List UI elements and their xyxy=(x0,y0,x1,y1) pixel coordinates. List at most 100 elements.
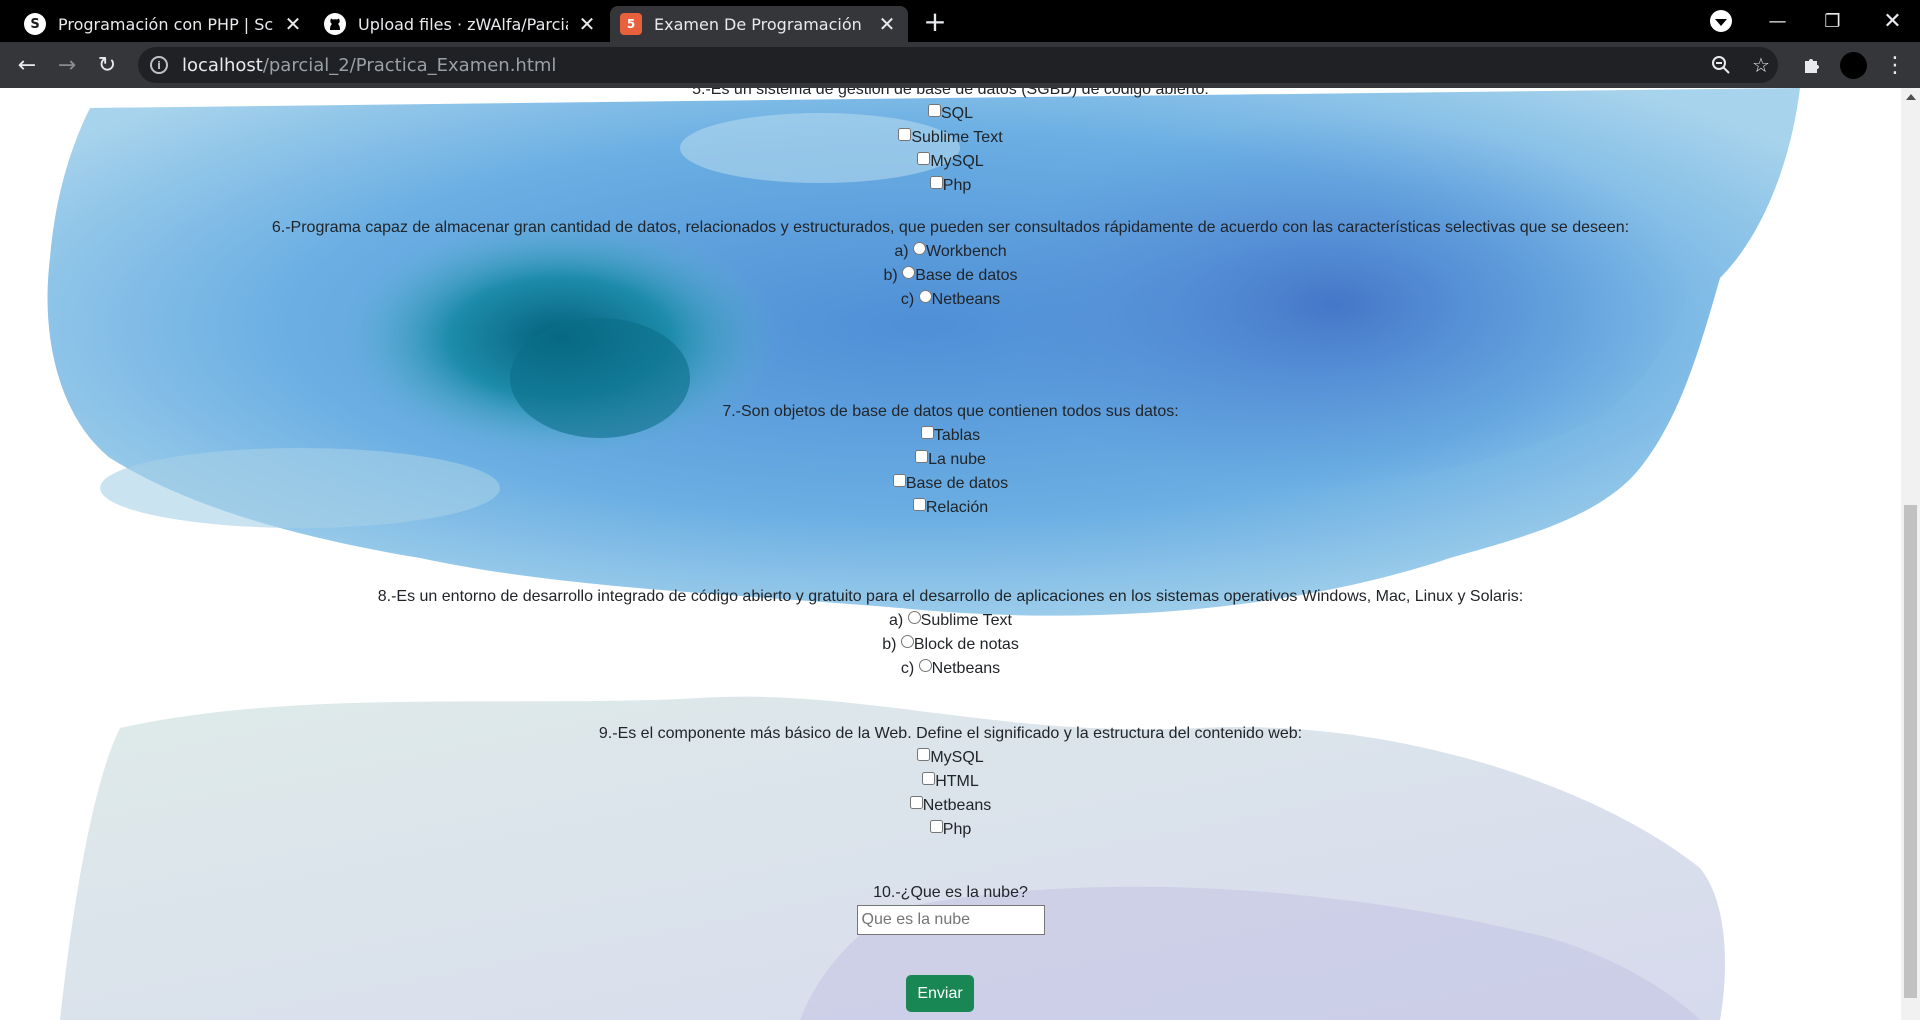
option-label: Block de notas xyxy=(913,636,1019,653)
close-window-icon[interactable]: ✕ xyxy=(1865,0,1920,42)
question-5: 5.-Es un sistema de gestión de base de d… xyxy=(0,88,1901,198)
tab-github-upload[interactable]: Upload files · zWAlfa/Parcial_2_W ✕ xyxy=(314,6,608,42)
question-text: 10.-¿Que es la nube? xyxy=(873,884,1028,901)
checkbox[interactable] xyxy=(915,450,929,464)
option-label: Tablas xyxy=(933,427,981,444)
option-sublime-text[interactable]: Sublime Text xyxy=(0,126,1901,150)
checkbox[interactable] xyxy=(909,796,923,810)
checkbox[interactable] xyxy=(898,128,912,142)
option-label: Sublime Text xyxy=(920,612,1012,629)
option-label: Netbeans xyxy=(931,660,1001,677)
close-tab-icon[interactable]: ✕ xyxy=(876,12,898,36)
browser-toolbar: ← → ↻ i localhost/parcial_2/Practica_Exa… xyxy=(0,42,1920,88)
scrollbar-thumb[interactable] xyxy=(1904,505,1917,998)
option-la-nube[interactable]: La nube xyxy=(0,448,1901,472)
checkbox[interactable] xyxy=(917,748,931,762)
checkbox[interactable] xyxy=(922,772,936,786)
option-prefix: a) xyxy=(889,612,908,629)
profile-avatar[interactable] xyxy=(1840,52,1867,79)
page-scrollbar[interactable] xyxy=(1901,88,1920,1020)
option-php[interactable]: Php xyxy=(0,818,1901,842)
option-mysql[interactable]: MySQL xyxy=(0,746,1901,770)
option-prefix: c) xyxy=(900,291,919,308)
answer-input[interactable] xyxy=(856,905,1045,935)
option-label: Netbeans xyxy=(922,797,992,814)
option-php[interactable]: Php xyxy=(0,174,1901,198)
info-icon[interactable]: i xyxy=(150,56,168,74)
option-sql[interactable]: SQL xyxy=(0,102,1901,126)
option-base-de-datos[interactable]: b) Base de datos xyxy=(0,264,1901,288)
checkbox[interactable] xyxy=(929,820,943,834)
option-label: MySQL xyxy=(930,749,984,766)
option-label: Php xyxy=(942,177,972,194)
question-7: 7.-Son objetos de base de datos que cont… xyxy=(0,400,1901,520)
forward-arrow-icon[interactable]: → xyxy=(52,50,82,80)
bookmark-star-icon[interactable]: ☆ xyxy=(1746,50,1776,80)
close-tab-icon[interactable]: ✕ xyxy=(282,12,304,36)
option-label: Workbench xyxy=(926,243,1007,260)
option-label: HTML xyxy=(935,773,979,790)
checkbox[interactable] xyxy=(927,104,941,118)
question-10: 10.-¿Que es la nube? xyxy=(0,881,1901,935)
back-arrow-icon[interactable]: ← xyxy=(12,50,42,80)
option-tablas[interactable]: Tablas xyxy=(0,424,1901,448)
tab-examen[interactable]: 5 Examen De Programación En Php ✕ xyxy=(610,6,908,42)
new-tab-icon[interactable]: + xyxy=(920,5,950,38)
question-text: 7.-Son objetos de base de datos que cont… xyxy=(722,403,1179,420)
option-netbeans[interactable]: Netbeans xyxy=(0,794,1901,818)
option-relacion[interactable]: Relación xyxy=(0,496,1901,520)
option-prefix: c) xyxy=(900,660,919,677)
radio[interactable] xyxy=(918,290,932,304)
option-sublime-text[interactable]: a) Sublime Text xyxy=(0,609,1901,633)
radio[interactable] xyxy=(918,659,932,673)
close-tab-icon[interactable]: ✕ xyxy=(576,12,598,36)
tab-search-icon[interactable] xyxy=(1710,10,1732,32)
radio[interactable] xyxy=(907,611,921,625)
option-label: Base de datos xyxy=(905,475,1009,492)
browser-menu-icon[interactable]: ⋮ xyxy=(1880,50,1910,80)
question-8: 8.-Es un entorno de desarrollo integrado… xyxy=(0,585,1901,681)
option-netbeans[interactable]: c) Netbeans xyxy=(0,288,1901,312)
option-netbeans[interactable]: c) Netbeans xyxy=(0,657,1901,681)
url-text: localhost/parcial_2/Practica_Examen.html xyxy=(182,55,556,76)
question-6: 6.-Programa capaz de almacenar gran cant… xyxy=(0,216,1901,312)
question-text: 6.-Programa capaz de almacenar gran cant… xyxy=(271,219,1630,236)
url-path: /parcial_2/Practica_Examen.html xyxy=(262,54,557,76)
question-9: 9.-Es el componente más básico de la Web… xyxy=(0,722,1901,842)
option-prefix: b) xyxy=(883,267,903,284)
checkbox[interactable] xyxy=(892,474,906,488)
radio[interactable] xyxy=(902,266,916,280)
zoom-icon[interactable] xyxy=(1706,50,1736,80)
tab-title: Examen De Programación En Php xyxy=(654,14,868,34)
minimize-icon[interactable]: — xyxy=(1750,0,1805,42)
checkbox[interactable] xyxy=(912,498,926,512)
option-html[interactable]: HTML xyxy=(0,770,1901,794)
option-label: Relación xyxy=(925,499,989,516)
url-host: localhost xyxy=(182,54,263,76)
question-text: 5.-Es un sistema de gestión de base de d… xyxy=(692,88,1209,98)
tab-title: Programación con PHP | Schoolo xyxy=(58,14,274,34)
github-icon xyxy=(324,13,346,35)
extensions-puzzle-icon[interactable] xyxy=(1797,50,1827,80)
restore-icon[interactable]: ❐ xyxy=(1805,0,1860,42)
tab-title: Upload files · zWAlfa/Parcial_2_W xyxy=(358,14,568,34)
option-mysql[interactable]: MySQL xyxy=(0,150,1901,174)
reload-icon[interactable]: ↻ xyxy=(92,50,122,80)
address-bar[interactable]: i localhost/parcial_2/Practica_Examen.ht… xyxy=(138,47,1778,83)
submit-button[interactable]: Enviar xyxy=(906,975,974,1012)
option-block-de-notas[interactable]: b) Block de notas xyxy=(0,633,1901,657)
tab-schoolo[interactable]: S Programación con PHP | Schoolo ✕ xyxy=(14,6,314,42)
schoolo-favicon-icon: S xyxy=(24,13,46,35)
page-viewport: 5.-Es un sistema de gestión de base de d… xyxy=(0,88,1901,1020)
scroll-up-arrow-icon[interactable] xyxy=(1901,88,1920,106)
checkbox[interactable] xyxy=(917,152,931,166)
checkbox[interactable] xyxy=(920,426,934,440)
question-text: 8.-Es un entorno de desarrollo integrado… xyxy=(377,588,1524,605)
radio[interactable] xyxy=(900,635,914,649)
option-base-de-datos[interactable]: Base de datos xyxy=(0,472,1901,496)
option-label: SQL xyxy=(940,105,973,122)
option-workbench[interactable]: a) Workbench xyxy=(0,240,1901,264)
radio[interactable] xyxy=(913,242,927,256)
question-text: 9.-Es el componente más básico de la Web… xyxy=(598,725,1303,742)
checkbox[interactable] xyxy=(929,176,943,190)
